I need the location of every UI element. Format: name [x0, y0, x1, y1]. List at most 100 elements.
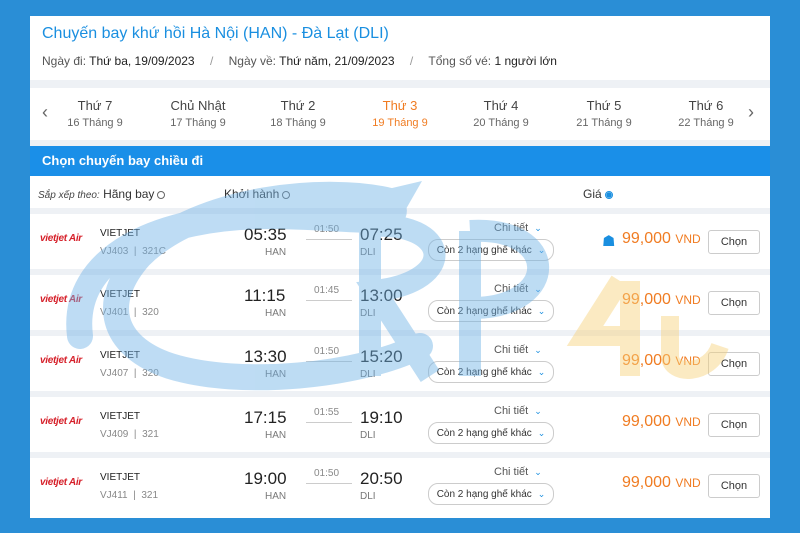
depart-value: Thứ ba, 19/09/2023 [89, 54, 195, 68]
date-tab[interactable]: Thứ 3 19 Tháng 9 [350, 98, 450, 129]
radio-icon[interactable] [157, 190, 166, 199]
depart-label: Ngày đi: [42, 54, 87, 68]
departure-time: 05:35 [244, 225, 287, 244]
sort-price[interactable]: Giá [583, 187, 613, 201]
departure-time: 17:15 [244, 408, 287, 427]
sort-airline[interactable]: Hãng bay [103, 187, 166, 201]
select-button[interactable]: Chọn [708, 474, 760, 498]
price-value: 99,000 [622, 413, 671, 430]
select-button[interactable]: Chọn [708, 352, 760, 376]
tickets-label: Tổng số vé: [428, 54, 492, 68]
arrival-time: 07:25 [360, 225, 403, 244]
vietjet-logo: vietjet Air [40, 294, 82, 305]
sort-group: Sắp xếp theo: Hãng bay [38, 187, 166, 201]
price: 99,000 VND [622, 352, 701, 370]
details-link[interactable]: Chi tiết ⌄ [494, 222, 542, 234]
arrival-time: 13:00 [360, 286, 403, 305]
vietjet-logo: vietjet Air [40, 477, 82, 488]
tickets-value: 1 người lớn [494, 54, 557, 68]
sort-price-label: Giá [583, 187, 602, 201]
aircraft-type: 321 [141, 490, 159, 501]
date-tab[interactable]: Thứ 5 21 Tháng 9 [554, 98, 654, 129]
details-label: Chi tiết [494, 283, 529, 295]
details-link[interactable]: Chi tiết ⌄ [494, 466, 542, 478]
airline-name: VIETJET [100, 472, 141, 483]
price: 99,000 VND [622, 474, 701, 492]
radio-selected-icon[interactable] [604, 190, 613, 199]
duration-arrow [306, 483, 352, 484]
flight-duration: 01:50 [314, 346, 340, 357]
date-tab[interactable]: Chủ Nhật 17 Tháng 9 [148, 98, 248, 129]
seat-class-label: Còn 2 hạng ghế khác [436, 245, 532, 256]
flight-code: VJ403 [100, 246, 129, 257]
price: 99,000 VND [622, 291, 701, 309]
date-tab[interactable]: Thứ 6 22 Tháng 9 [656, 98, 756, 129]
radio-icon[interactable] [282, 190, 291, 199]
section-title: Chọn chuyến bay chiều đi [30, 146, 770, 176]
header: Chuyến bay khứ hồi Hà Nội (HAN) - Đà Lạt… [30, 16, 770, 80]
day-date: 18 Tháng 9 [270, 117, 326, 129]
departure-airport: HAN [265, 491, 287, 502]
airline-name: VIETJET [100, 411, 141, 422]
flight-duration: 01:50 [314, 224, 340, 235]
details-link[interactable]: Chi tiết ⌄ [494, 283, 542, 295]
date-tab[interactable]: Thứ 2 18 Tháng 9 [248, 98, 348, 129]
flight-number: VJ411 | 321 [100, 490, 159, 501]
details-label: Chi tiết [494, 466, 529, 478]
currency: VND [675, 415, 701, 429]
aircraft-type: 321 [142, 429, 159, 440]
sort-departure[interactable]: Khởi hành [224, 187, 291, 201]
date-tab[interactable]: Thứ 7 16 Tháng 9 [45, 98, 145, 129]
flight-row: vietjet Air VIETJET VJ409 | 321 17:15 HA… [30, 397, 770, 452]
flight-row: vietjet Air VIETJET VJ407 | 320 13:30 HA… [30, 336, 770, 391]
seat-class-dropdown[interactable]: Còn 2 hạng ghế khác ⌄ [428, 361, 554, 383]
flight-row: vietjet Air VIETJET VJ403 | 321C 05:35 H… [30, 214, 770, 269]
airline-name: VIETJET [100, 350, 141, 361]
arrival-time: 20:50 [360, 469, 403, 488]
day-name: Thứ 5 [586, 98, 622, 113]
sort-row: Sắp xếp theo: Hãng bay Khởi hành Giá [30, 176, 770, 212]
day-date: 20 Tháng 9 [473, 117, 529, 129]
arrival-airport: DLI [360, 247, 376, 258]
day-name: Thứ 3 [382, 98, 418, 113]
aircraft-type: 321C [142, 246, 166, 257]
sort-airline-label: Hãng bay [103, 187, 155, 201]
seat-class-dropdown[interactable]: Còn 2 hạng ghế khác ⌄ [428, 300, 554, 322]
separator: / [209, 54, 214, 68]
separator: / [409, 54, 414, 68]
details-link[interactable]: Chi tiết ⌄ [494, 344, 542, 356]
flight-number: VJ403 | 321C [100, 246, 166, 257]
seat-class-label: Còn 2 hạng ghế khác [436, 367, 532, 378]
select-button[interactable]: Chọn [708, 230, 760, 254]
arrival-airport: DLI [360, 308, 376, 319]
day-date: 17 Tháng 9 [170, 117, 226, 129]
arrival-airport: DLI [360, 369, 376, 380]
day-name: Chủ Nhật [170, 98, 226, 113]
day-name: Thứ 2 [280, 98, 316, 113]
departure-time: 13:30 [244, 347, 287, 366]
departure-time: 19:00 [244, 469, 287, 488]
seat-class-dropdown[interactable]: Còn 2 hạng ghế khác ⌄ [428, 483, 554, 505]
select-button[interactable]: Chọn [708, 413, 760, 437]
airline-name: VIETJET [100, 289, 141, 300]
seat-class-label: Còn 2 hạng ghế khác [436, 489, 532, 500]
details-link[interactable]: Chi tiết ⌄ [494, 405, 542, 417]
day-date: 22 Tháng 9 [678, 117, 734, 129]
airline-name: VIETJET [100, 228, 141, 239]
flight-code: VJ411 [100, 490, 128, 501]
seat-class-dropdown[interactable]: Còn 2 hạng ghế khác ⌄ [428, 239, 554, 261]
price: 99,000 VND [622, 413, 701, 431]
arrival-time: 15:20 [360, 347, 403, 366]
seat-class-dropdown[interactable]: Còn 2 hạng ghế khác ⌄ [428, 422, 554, 444]
duration-arrow [306, 239, 352, 240]
flight-panel: Chuyến bay khứ hồi Hà Nội (HAN) - Đà Lạt… [30, 16, 770, 518]
page-title: Chuyến bay khứ hồi Hà Nội (HAN) - Đà Lạt… [42, 25, 389, 42]
flight-code: VJ407 [100, 368, 129, 379]
select-button[interactable]: Chọn [708, 291, 760, 315]
flight-duration: 01:50 [314, 468, 340, 479]
price: 99,000 VND [622, 230, 701, 248]
price-value: 99,000 [622, 291, 671, 308]
date-tab[interactable]: Thứ 4 20 Tháng 9 [451, 98, 551, 129]
return-label: Ngày về: [228, 54, 276, 68]
day-date: 16 Tháng 9 [67, 117, 123, 129]
